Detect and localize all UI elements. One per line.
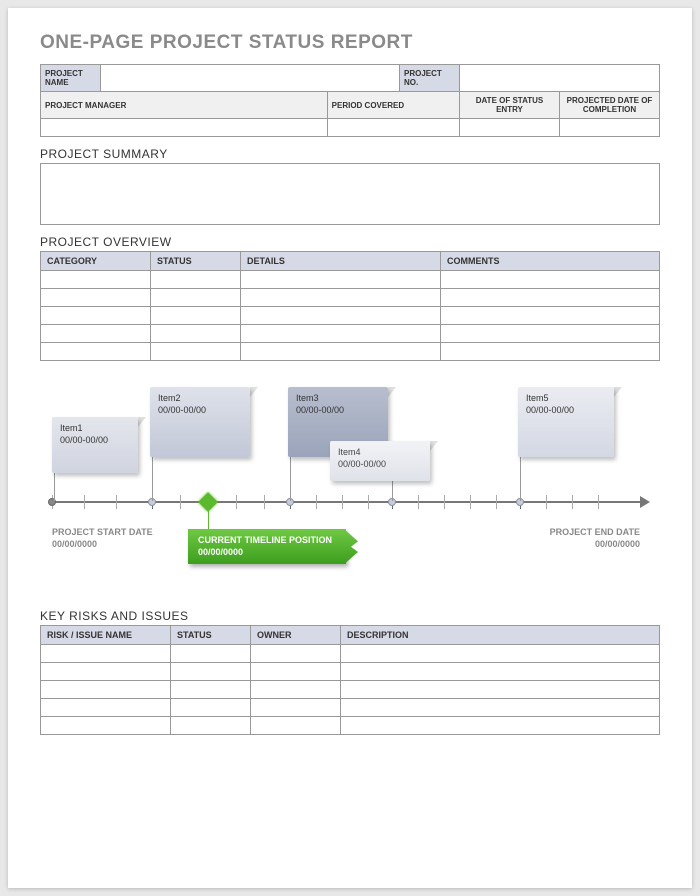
col-comments: COMMENTS (441, 252, 660, 271)
col-risk-description: DESCRIPTION (341, 626, 660, 645)
table-row[interactable] (41, 717, 660, 735)
project-name-field[interactable] (101, 65, 400, 92)
tick (84, 495, 85, 509)
col-risk-name: RISK / ISSUE NAME (41, 626, 171, 645)
table-row[interactable] (41, 645, 660, 663)
document-page: ONE-PAGE PROJECT STATUS REPORT PROJECT N… (8, 8, 692, 888)
callout-line (152, 457, 153, 501)
project-manager-field[interactable] (41, 119, 328, 137)
project-summary-title: PROJECT SUMMARY (40, 147, 660, 161)
timeline-end-label: PROJECT END DATE 00/00/0000 (550, 527, 640, 550)
project-name-label: PROJECT NAME (41, 65, 101, 92)
col-category: CATEGORY (41, 252, 151, 271)
callout-title: Item3 (296, 393, 380, 405)
period-covered-label: PERIOD COVERED (327, 92, 459, 119)
callout-line (54, 473, 55, 501)
start-label-text: PROJECT START DATE (52, 527, 153, 539)
tick (236, 495, 237, 509)
timeline-callout-item4: Item4 00/00-00/00 (330, 441, 430, 481)
project-no-label: PROJECT NO. (400, 65, 460, 92)
timeline-axis (50, 501, 640, 503)
key-risks-title: KEY RISKS AND ISSUES (40, 609, 660, 623)
table-row[interactable] (41, 699, 660, 717)
current-line (208, 509, 209, 529)
tick (368, 495, 369, 509)
table-row[interactable] (41, 271, 660, 289)
projected-completion-label: PROJECTED DATE OF COMPLETION (560, 92, 660, 119)
tick (264, 495, 265, 509)
callout-title: Item5 (526, 393, 606, 405)
callout-title: Item2 (158, 393, 242, 405)
projected-completion-field[interactable] (560, 119, 660, 137)
start-date-text: 00/00/0000 (52, 539, 153, 551)
end-label-text: PROJECT END DATE (550, 527, 640, 539)
timeline-callout-item2: Item2 00/00-00/00 (150, 387, 250, 457)
col-status: STATUS (151, 252, 241, 271)
tick (342, 495, 343, 509)
project-no-field[interactable] (460, 65, 660, 92)
date-status-field[interactable] (460, 119, 560, 137)
tick (496, 495, 497, 509)
callout-date: 00/00-00/00 (296, 405, 380, 417)
project-header-table: PROJECT NAME PROJECT NO. PROJECT MANAGER… (40, 64, 660, 137)
current-label: CURRENT TIMELINE POSITION (198, 535, 332, 547)
project-overview-table: CATEGORY STATUS DETAILS COMMENTS (40, 251, 660, 361)
tick (316, 495, 317, 509)
callout-date: 00/00-00/00 (158, 405, 242, 417)
timeline-callout-item1: Item1 00/00-00/00 (52, 417, 138, 473)
date-status-label: DATE OF STATUS ENTRY (460, 92, 560, 119)
col-risk-status: STATUS (171, 626, 251, 645)
tick (546, 495, 547, 509)
callout-line (392, 481, 393, 501)
callout-line (520, 457, 521, 501)
current-date: 00/00/0000 (198, 547, 332, 559)
callout-line (290, 457, 291, 501)
project-summary-box[interactable] (40, 163, 660, 225)
timeline-start-label: PROJECT START DATE 00/00/0000 (52, 527, 153, 550)
timeline-callout-item5: Item5 00/00-00/00 (518, 387, 614, 457)
period-covered-field[interactable] (327, 119, 459, 137)
tick (418, 495, 419, 509)
timeline-current-position: CURRENT TIMELINE POSITION 00/00/0000 (188, 529, 346, 564)
project-overview-title: PROJECT OVERVIEW (40, 235, 660, 249)
project-manager-label: PROJECT MANAGER (41, 92, 328, 119)
tick (444, 495, 445, 509)
tick (572, 495, 573, 509)
page-title: ONE-PAGE PROJECT STATUS REPORT (40, 32, 660, 54)
callout-title: Item1 (60, 423, 130, 435)
table-row[interactable] (41, 307, 660, 325)
timeline: Item1 00/00-00/00 Item2 00/00-00/00 Item… (40, 369, 660, 599)
col-risk-owner: OWNER (251, 626, 341, 645)
end-date-text: 00/00/0000 (550, 539, 640, 551)
table-row[interactable] (41, 289, 660, 307)
callout-title: Item4 (338, 447, 422, 459)
callout-date: 00/00-00/00 (526, 405, 606, 417)
tick (116, 495, 117, 509)
col-details: DETAILS (241, 252, 441, 271)
table-row[interactable] (41, 663, 660, 681)
tick (470, 495, 471, 509)
table-row[interactable] (41, 343, 660, 361)
table-row[interactable] (41, 325, 660, 343)
arrow-right-icon (640, 496, 650, 508)
table-row[interactable] (41, 681, 660, 699)
tick (180, 495, 181, 509)
risks-table: RISK / ISSUE NAME STATUS OWNER DESCRIPTI… (40, 625, 660, 735)
tick (598, 495, 599, 509)
callout-date: 00/00-00/00 (338, 459, 422, 471)
callout-date: 00/00-00/00 (60, 435, 130, 447)
